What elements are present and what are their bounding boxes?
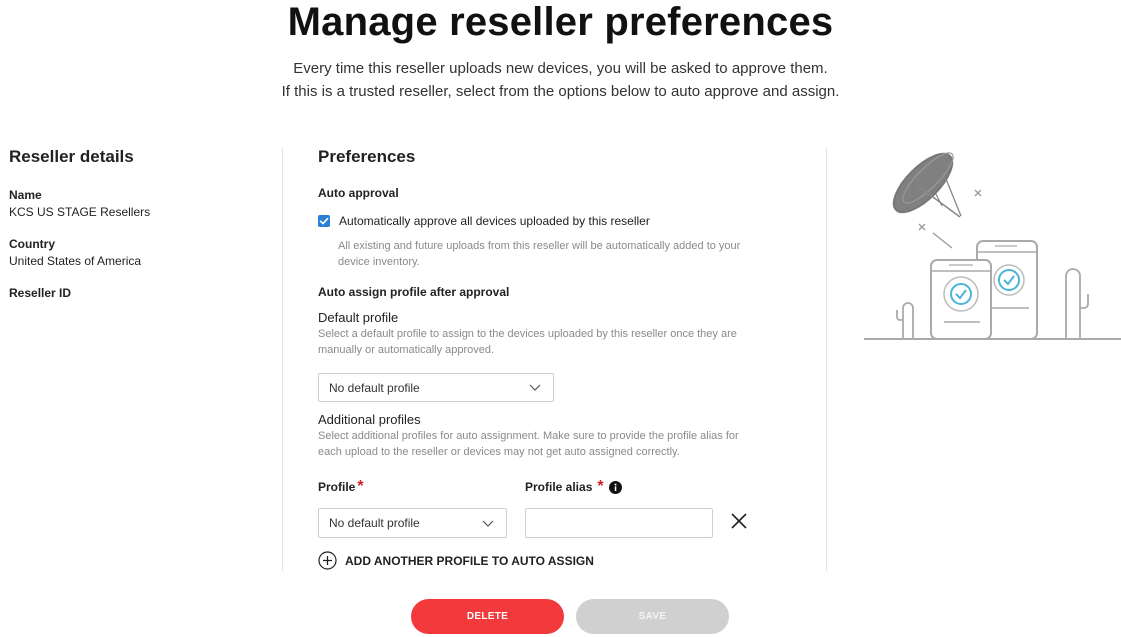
column-divider [282,147,283,571]
country-label: Country [9,237,55,251]
hint-line: device inventory. [338,256,420,268]
satellite-dish-icon [892,152,962,218]
default-profile-label: Default profile [318,310,399,325]
profile-label-text: Profile [318,480,356,494]
profile-column-label: Profile * [318,478,364,496]
profile-select[interactable]: No default profile [318,508,507,538]
country-value: United States of America [9,254,142,268]
auto-approve-checkbox-label[interactable]: Automatically approve all devices upload… [339,214,650,228]
cactus-icon [896,302,914,338]
plus-circle-icon [318,551,337,570]
subtitle-line-2: If this is a trusted reseller, select fr… [281,83,840,100]
additional-profiles-hint: Select additional profiles for auto assi… [318,428,739,460]
required-marker: * [597,478,604,495]
reseller-details-panel: Reseller details Name KCS US STAGE Resel… [9,147,259,300]
info-icon[interactable] [608,480,622,494]
hint-line: each upload to the reseller or devices m… [318,446,680,458]
reseller-id-label: Reseller ID [9,286,72,300]
default-profile-select[interactable]: No default profile [318,373,554,402]
add-profile-label: ADD ANOTHER PROFILE TO AUTO ASSIGN [345,553,594,568]
reseller-illustration [864,152,1121,340]
cactus-icon [1065,268,1089,338]
hint-line: Select a default profile to assign to th… [318,328,737,340]
check-icon [319,217,329,225]
default-profile-select-value: No default profile [329,380,420,395]
profile-alias-label-text: Profile alias [525,480,593,494]
preferences-title: Preferences [318,147,416,166]
default-profile-hint: Select a default profile to assign to th… [318,326,737,358]
hint-line: manually or automatically approved. [318,344,495,356]
chevron-down-icon [529,384,541,391]
required-marker: * [357,478,364,495]
profile-alias-column-label: Profile alias * [525,478,622,496]
reseller-details-title: Reseller details [9,147,134,166]
subtitle-line-1: Every time this reseller uploads new dev… [293,60,828,77]
delete-button[interactable]: DELETE [411,599,564,634]
hint-line: Select additional profiles for auto assi… [318,430,739,442]
profile-alias-input[interactable] [525,508,713,538]
profile-select-value: No default profile [329,516,420,530]
column-divider [826,147,827,571]
additional-profiles-label: Additional profiles [318,412,421,427]
hint-line: All existing and future uploads from thi… [338,240,741,252]
auto-assign-label: Auto assign profile after approval [318,285,510,299]
auto-approve-hint: All existing and future uploads from thi… [338,238,740,270]
auto-approve-checkbox-row[interactable]: Automatically approve all devices upload… [318,214,650,228]
phone-icon [930,259,992,340]
page-title: Manage reseller preferences [287,0,834,44]
page-subtitle: Every time this reseller uploads new dev… [0,57,1121,103]
name-label: Name [9,188,42,202]
auto-approve-checkbox[interactable] [318,215,330,227]
save-button[interactable]: SAVE [576,599,729,634]
close-icon[interactable] [730,512,748,530]
chevron-down-icon [482,520,494,527]
add-profile-button[interactable]: ADD ANOTHER PROFILE TO AUTO ASSIGN [318,551,594,570]
name-value: KCS US STAGE Resellers [9,205,151,219]
auto-approval-label: Auto approval [318,186,399,200]
